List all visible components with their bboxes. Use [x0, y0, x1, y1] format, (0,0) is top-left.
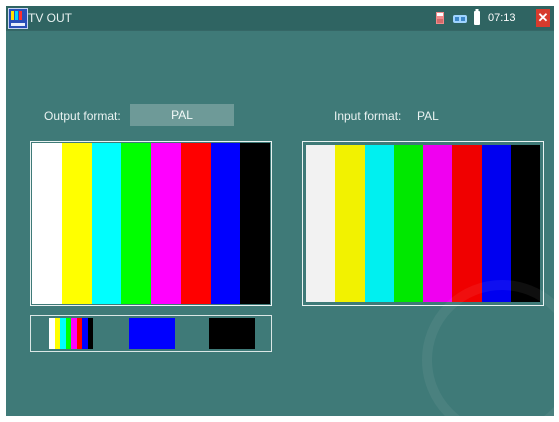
tv-out-screen: TV OUT 07:13 ✕ Output format: PAL Input … [6, 6, 554, 416]
output-color-bar-7 [210, 143, 241, 304]
status-icons: 07:13 ✕ [430, 9, 550, 27]
input-color-bar-7 [481, 145, 511, 302]
network-icon [453, 15, 467, 23]
pattern-color-bars-thumbnail[interactable] [49, 318, 93, 349]
pattern-blue-thumbnail[interactable] [129, 318, 175, 349]
output-color-bar-6 [180, 143, 211, 304]
save-icon [436, 12, 444, 24]
input-format-value: PAL [417, 109, 439, 123]
output-color-bar-2 [61, 143, 92, 304]
input-color-bar-4 [393, 145, 423, 302]
output-preview-panel [30, 141, 272, 306]
input-color-bar-8 [510, 145, 540, 302]
input-color-bar-1 [306, 145, 336, 302]
input-color-bar-5 [423, 145, 453, 302]
output-color-bar-5 [151, 143, 181, 304]
input-color-bar-3 [364, 145, 394, 302]
output-color-bar-4 [121, 143, 151, 304]
pattern-black-thumbnail[interactable] [209, 318, 255, 349]
output-color-bar-3 [91, 143, 122, 304]
window-title: TV OUT [28, 11, 72, 25]
output-format-field[interactable]: PAL [130, 104, 234, 126]
input-format-label: Input format: [334, 109, 402, 123]
status-bar: TV OUT 07:13 ✕ [6, 6, 554, 30]
output-format-label: Output format: [44, 109, 121, 123]
output-color-bar-8 [240, 143, 270, 304]
close-icon: ✕ [537, 10, 549, 25]
input-color-bar-2 [335, 145, 365, 302]
output-color-bars [32, 143, 270, 304]
input-color-bar-6 [452, 145, 482, 302]
output-color-bar-1 [32, 143, 62, 304]
mini-color-bar-8 [87, 318, 93, 349]
battery-icon [474, 9, 480, 25]
input-color-bars [306, 145, 540, 302]
output-pattern-selector [30, 315, 272, 352]
app-icon[interactable] [8, 8, 28, 29]
close-button[interactable]: ✕ [536, 9, 550, 27]
clock: 07:13 [488, 12, 516, 24]
